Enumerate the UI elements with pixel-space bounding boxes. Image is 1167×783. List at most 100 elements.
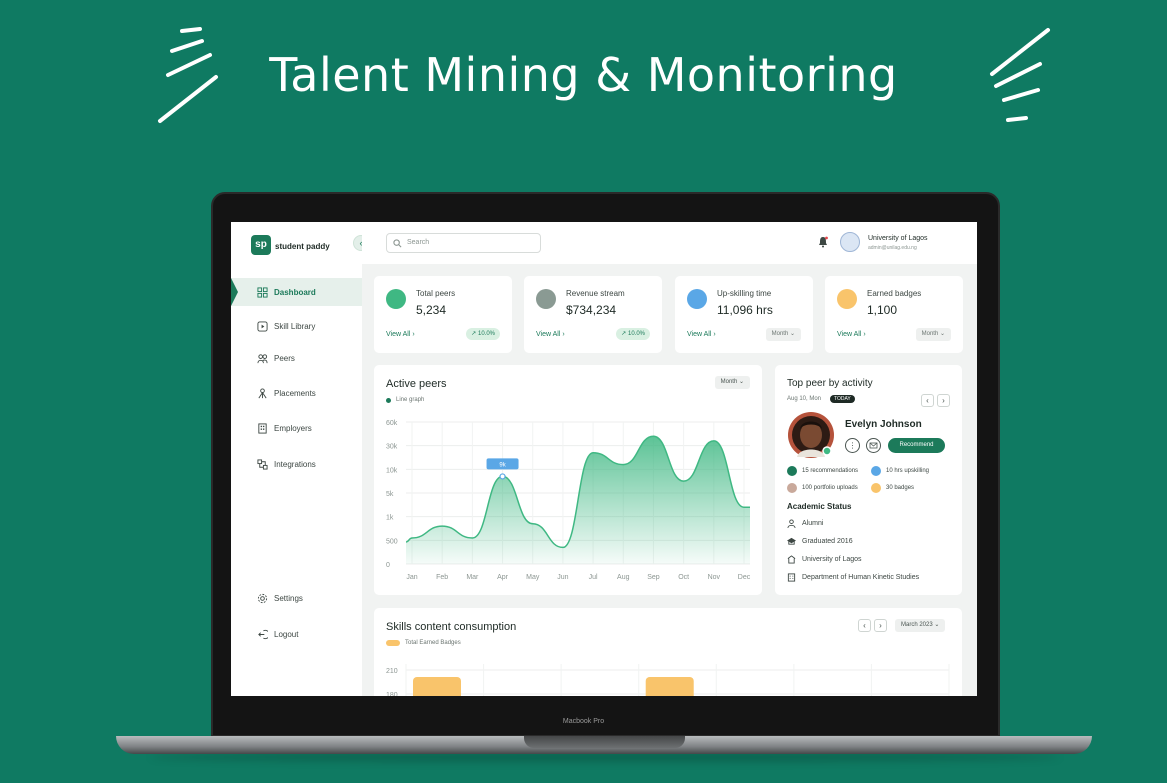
integration-icon — [257, 458, 268, 470]
skills-consumption-panel: Skills content consumption ‹ › March 202… — [374, 608, 962, 696]
view-all-link[interactable]: View All › — [837, 331, 866, 338]
sidebar-item-label: Peers — [274, 353, 295, 363]
search-input[interactable]: Search — [386, 233, 541, 253]
sidebar-item-peers[interactable]: Peers — [231, 344, 362, 372]
stat-label: Up-skilling time — [717, 289, 772, 298]
peer-metric: 10 hrs upskilling — [871, 466, 929, 476]
logo-mark[interactable]: sp — [251, 235, 271, 255]
money-icon — [536, 289, 556, 309]
right-scribble-decoration — [990, 28, 1050, 122]
chevron-right-icon: › — [942, 396, 945, 405]
sidebar: sp student paddy Dashboard Skill Library… — [231, 222, 362, 696]
x-tick-label: Nov — [708, 574, 721, 581]
user-email: admin@unilag.edu.ng — [868, 245, 917, 251]
y-tick-label: 60k — [386, 420, 398, 427]
stat-value: $734,234 — [566, 303, 617, 317]
recommend-button[interactable]: Recommend — [888, 438, 945, 453]
active-peers-panel: Active peers Month ⌄ Line graph 60k 30k 10… — [374, 365, 762, 595]
more-vertical-icon: ⋮ — [848, 441, 857, 450]
y-tick-label: 10k — [386, 467, 398, 474]
peer-metric: 30 badges — [871, 483, 914, 493]
university-avatar[interactable] — [840, 232, 860, 252]
network-icon — [258, 387, 267, 398]
target-icon — [687, 289, 707, 309]
y-tick-label: 1k — [386, 515, 394, 522]
logout-icon — [258, 629, 268, 639]
target-icon — [871, 466, 881, 476]
person-icon — [787, 519, 796, 528]
sidebar-item-label: Integrations — [274, 459, 316, 469]
sidebar-item-skill-library[interactable]: Skill Library — [231, 312, 362, 340]
logo-text: student paddy — [275, 242, 330, 251]
sidebar-item-label: Employers — [274, 423, 312, 433]
bar[interactable] — [645, 677, 694, 696]
badge-icon — [837, 289, 857, 309]
view-all-link[interactable]: View All › — [386, 331, 415, 338]
stat-label: Total peers — [416, 289, 456, 298]
laptop-label: Macbook Pro — [562, 718, 605, 725]
stat-card-upskilling[interactable]: Up-skilling time 11,096 hrs View All › M… — [675, 276, 813, 353]
sidebar-item-label: Skill Library — [274, 321, 316, 331]
x-tick-label: Oct — [678, 574, 689, 581]
bar[interactable] — [413, 677, 461, 696]
active-peers-chart: 60k 30k 10k 5k 1k 500 0 Jan Feb Mar Apr May Jun Jul Au… — [386, 420, 751, 581]
graduation-cap-icon — [787, 537, 796, 545]
x-tick-label: Sep — [647, 574, 660, 581]
peer-metric: 15 recommendations — [787, 466, 858, 476]
top-bar: Search University of Lagos admin@unilag.… — [362, 222, 977, 264]
highlight-point[interactable] — [499, 473, 506, 480]
stat-card-badges[interactable]: Earned badges 1,100 View All › Month ⌄ — [825, 276, 963, 353]
academic-item: University of Lagos — [787, 555, 862, 564]
top-peer-panel: Top peer by activity Aug 10, Mon TODAY ‹… — [775, 365, 962, 595]
bell-icon[interactable] — [817, 236, 829, 248]
building-icon — [787, 573, 796, 582]
x-tick-label: Mar — [466, 574, 479, 581]
logout-label: Logout — [274, 629, 299, 639]
tooltip-label: 9k — [499, 462, 506, 468]
view-all-link[interactable]: View All › — [536, 331, 565, 338]
y-tick-label: 5k — [386, 491, 394, 498]
period-dropdown[interactable]: Month ⌄ — [765, 328, 801, 341]
stat-value: 1,100 — [867, 303, 898, 317]
academic-status-title: Academic Status — [787, 502, 852, 511]
message-button[interactable] — [866, 438, 881, 453]
x-tick-label: Jun — [557, 574, 568, 581]
x-tick-label: Apr — [497, 574, 509, 581]
trend-badge: ↗ 10.0% — [466, 328, 500, 340]
logout-button[interactable]: Logout — [231, 620, 362, 648]
prev-button[interactable]: ‹ — [921, 394, 934, 407]
peer-avatar[interactable] — [787, 411, 835, 459]
gear-icon — [257, 593, 268, 603]
sidebar-item-placements[interactable]: Placements — [231, 379, 362, 407]
settings-button[interactable]: Settings — [231, 584, 362, 612]
stat-card-revenue[interactable]: Revenue stream $734,234 View All › ↗ 10.… — [524, 276, 662, 353]
stat-value: 5,234 — [416, 303, 447, 317]
peer-metric: 100 portfolio uploads — [787, 483, 858, 493]
search-icon — [393, 239, 402, 248]
y-tick-label: 0 — [386, 562, 390, 569]
mail-icon — [869, 442, 878, 449]
like-icon — [787, 466, 797, 476]
sidebar-item-label: Placements — [274, 388, 316, 398]
stat-card-total-peers[interactable]: Total peers 5,234 View All › ↗ 10.0% — [374, 276, 512, 353]
y-tick-label: 500 — [386, 538, 398, 545]
panel-title: Top peer by activity — [787, 378, 873, 389]
user-name: University of Lagos — [868, 235, 928, 242]
academic-item: Alumni — [787, 519, 823, 528]
laptop-notch — [524, 736, 685, 748]
sidebar-item-label: Dashboard — [274, 287, 316, 297]
x-tick-label: Jan — [406, 574, 417, 581]
building-icon — [258, 422, 267, 434]
view-all-link[interactable]: View All › — [687, 331, 716, 338]
more-options-button[interactable]: ⋮ — [845, 438, 860, 453]
sidebar-item-integrations[interactable]: Integrations — [231, 450, 362, 478]
y-tick-label: 180 — [386, 692, 398, 696]
left-scribble-decoration — [158, 27, 218, 123]
next-button[interactable]: › — [937, 394, 950, 407]
settings-label: Settings — [274, 593, 303, 603]
sidebar-item-employers[interactable]: Employers — [231, 414, 362, 442]
period-dropdown[interactable]: Month ⌄ — [915, 328, 951, 341]
academic-item: Department of Human Kinetic Studies — [787, 573, 919, 582]
app-screen: sp student paddy Dashboard Skill Library… — [231, 222, 977, 696]
sidebar-item-dashboard[interactable]: Dashboard — [231, 278, 362, 306]
